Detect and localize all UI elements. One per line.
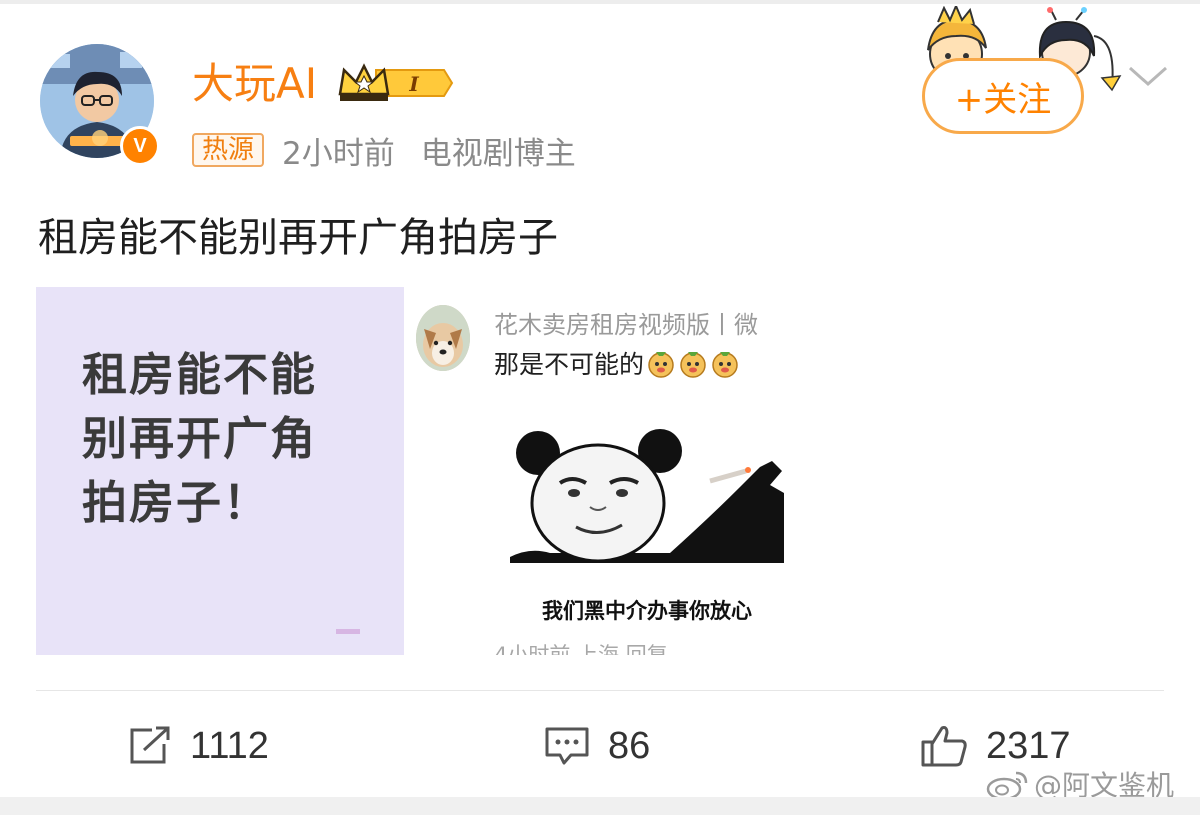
repost-count: 1112 (190, 724, 269, 767)
image-left-mark (336, 629, 360, 634)
image-left-line3: 拍房子！ (82, 476, 271, 529)
post-image-left[interactable]: 租房能不能 别再开广角 拍房子！ (36, 287, 404, 655)
weibo-logo-icon (986, 771, 1028, 801)
comment-count: 86 (608, 724, 651, 767)
image-left-text: 租房能不能 别再开广角 拍房子！ (82, 343, 317, 535)
follow-button[interactable]: +关注 (922, 58, 1084, 134)
author-avatar[interactable]: V (40, 44, 160, 166)
meme-caption: 我们黑中介办事你放心 (542, 599, 752, 623)
top-border (0, 0, 1200, 4)
comment-footer: 4小时前 上海 回复 (494, 643, 668, 655)
image-left-line2: 别再开广角 (82, 412, 318, 465)
comment-avatar (416, 305, 470, 371)
image-left-highlight: 租房 (82, 348, 177, 401)
like-count: 2317 (986, 724, 1071, 767)
author-role: 电视剧博主 (420, 135, 576, 172)
repost-icon (130, 726, 170, 764)
repost-button[interactable]: 1112 (128, 718, 269, 774)
comment-icon (545, 727, 589, 765)
comment-author: 花木卖房租房视频版丨微 (494, 311, 758, 339)
emoji-icon (646, 348, 676, 378)
post-time: 2小时前 (282, 135, 395, 172)
emoji-icon (678, 348, 708, 378)
emoji-icon (710, 348, 740, 378)
comment-button[interactable]: 86 (544, 718, 650, 774)
author-name[interactable]: 大玩AI (192, 56, 317, 112)
post-text: 租房能不能别再开广角拍房子 (38, 215, 558, 261)
image-left-line1: 能不能 (176, 348, 318, 401)
comment-text: 那是不可能的 (494, 350, 645, 379)
post-meta: 热源 2小时前 电视剧博主 (192, 130, 576, 172)
comment-body: 那是不可能的 (494, 345, 740, 381)
chevron-down-icon[interactable] (1126, 60, 1170, 92)
like-icon (921, 726, 967, 767)
divider (36, 690, 1164, 691)
hot-source-tag[interactable]: 热源 (192, 133, 265, 167)
bottom-border (0, 797, 1200, 815)
verified-v-icon: V (120, 126, 160, 166)
panda-meme-image (510, 427, 784, 611)
crown-vip-icon: I (336, 60, 454, 106)
vip-level-text: I (408, 72, 419, 96)
post-image-right[interactable]: 花木卖房租房视频版丨微 那是不可能的 我们黑中介办事你放心 4小时前 上海 回复 (404, 287, 784, 655)
